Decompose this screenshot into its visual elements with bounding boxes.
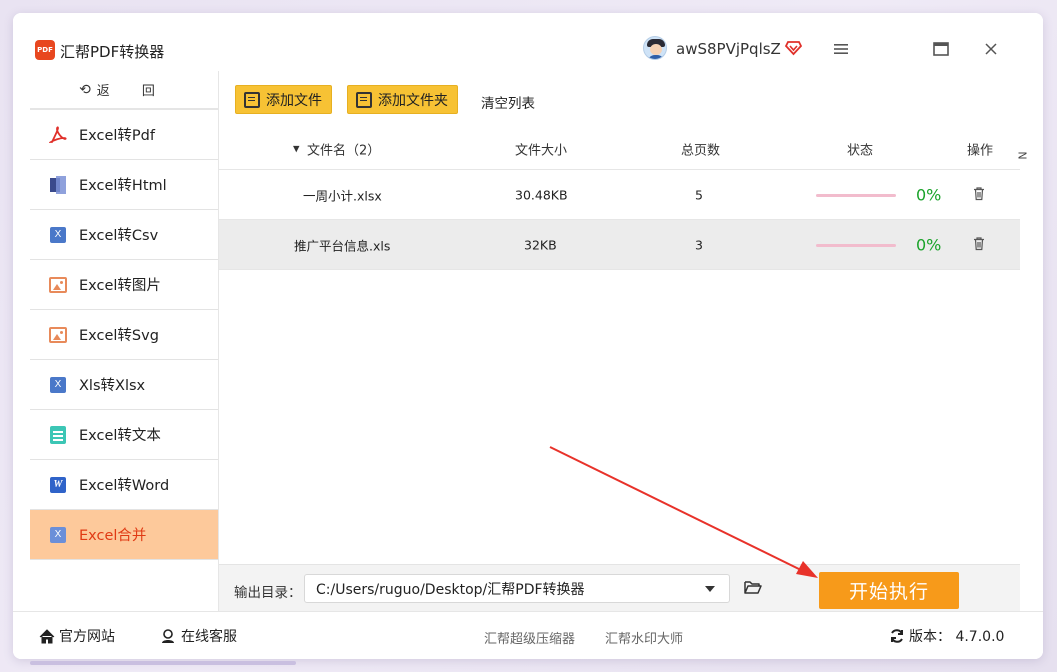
output-label: 输出目录：	[234, 585, 302, 601]
website-label: 官方网站	[59, 629, 115, 645]
header-action: 操作	[967, 143, 994, 159]
image-icon	[49, 326, 67, 344]
sidebar-item-label: Excel转Pdf	[79, 128, 155, 144]
header-cut-column: N	[1015, 151, 1029, 160]
sidebar-item-excel-to-html[interactable]: Excel转Html	[30, 160, 218, 210]
app-title: 汇帮PDF转换器	[60, 43, 165, 61]
clear-list-button[interactable]: 清空列表	[481, 92, 535, 112]
progress-bar	[816, 244, 896, 247]
sidebar: ⟲ 返 回 Excel转Pdf Excel转Html X Excel转Csv E…	[30, 71, 218, 611]
sidebar-item-label: Excel转Word	[79, 478, 170, 494]
excel-icon: X	[49, 376, 67, 394]
add-file-label: 添加文件	[266, 92, 322, 109]
delete-icon[interactable]	[973, 186, 985, 203]
table-row[interactable]: 推广平台信息.xls 32KB 3 0%	[219, 220, 1020, 270]
sidebar-item-label: Excel合并	[79, 528, 147, 544]
app-logo-icon: PDF	[35, 40, 55, 60]
image-icon	[49, 276, 67, 294]
output-path: C:/Users/ruguo/Desktop/汇帮PDF转换器	[316, 581, 585, 598]
start-button[interactable]: 开始执行	[819, 572, 959, 609]
app-window: PDF 汇帮PDF转换器 awS8PVjPqlsZ ⟲ 返 回 Excel转Pd…	[13, 13, 1043, 659]
page-count: 5	[695, 187, 703, 202]
header-pages: 总页数	[681, 143, 721, 159]
sidebar-item-excel-merge[interactable]: X Excel合并	[30, 510, 218, 560]
header-size: 文件大小	[515, 143, 568, 159]
sidebar-item-excel-to-image[interactable]: Excel转图片	[30, 260, 218, 310]
headset-icon	[162, 629, 174, 643]
close-icon[interactable]	[979, 37, 1003, 61]
excel-icon: X	[49, 226, 67, 244]
website-link[interactable]: 官方网站	[39, 626, 115, 646]
file-table: ▾ 文件名（2） 文件大小 总页数 状态 操作 N 一周小计.xlsx 30.4…	[219, 129, 1029, 270]
progress-bar	[816, 194, 896, 197]
back-label: 返 回	[96, 84, 169, 99]
excel-icon: X	[49, 526, 67, 544]
compressor-link[interactable]: 汇帮超级压缩器	[484, 628, 575, 647]
add-file-button[interactable]: 添加文件	[235, 85, 332, 114]
file-name: 一周小计.xlsx	[303, 188, 382, 203]
text-icon	[49, 425, 67, 444]
file-name: 推广平台信息.xls	[294, 238, 391, 253]
sidebar-item-excel-to-svg[interactable]: Excel转Svg	[30, 310, 218, 360]
header-status: 状态	[847, 143, 874, 159]
table-row[interactable]: 一周小计.xlsx 30.48KB 5 0%	[219, 170, 1020, 220]
delete-icon[interactable]	[973, 236, 985, 253]
menu-icon[interactable]	[829, 37, 853, 61]
home-icon	[39, 628, 55, 643]
add-folder-label: 添加文件夹	[378, 92, 448, 109]
table-header: ▾ 文件名（2） 文件大小 总页数 状态 操作 N	[219, 129, 1029, 170]
taskbar-hint	[30, 661, 296, 665]
pdf-icon	[49, 125, 67, 144]
sidebar-item-excel-to-csv[interactable]: X Excel转Csv	[30, 210, 218, 260]
sidebar-item-excel-to-pdf[interactable]: Excel转Pdf	[30, 110, 218, 160]
user-avatar[interactable]	[643, 36, 667, 60]
chevron-down-icon	[705, 586, 715, 592]
output-path-select[interactable]: C:/Users/ruguo/Desktop/汇帮PDF转换器	[304, 574, 730, 603]
sidebar-item-label: Excel转Html	[79, 178, 167, 194]
folder-add-icon	[356, 91, 372, 108]
watermark-link[interactable]: 汇帮水印大师	[605, 628, 683, 647]
sort-caret-icon[interactable]: ▾	[293, 142, 300, 157]
sidebar-item-label: Excel转图片	[79, 278, 161, 294]
add-folder-button[interactable]: 添加文件夹	[347, 85, 458, 114]
back-button[interactable]: ⟲ 返 回	[30, 71, 218, 110]
title-bar: PDF 汇帮PDF转换器 awS8PVjPqlsZ	[13, 13, 1043, 71]
service-label: 在线客服	[181, 629, 237, 645]
header-filename[interactable]: 文件名（2）	[307, 140, 380, 159]
word-icon: W	[49, 476, 67, 494]
back-arrow-icon: ⟲	[79, 81, 91, 98]
sidebar-item-label: Excel转Csv	[79, 228, 159, 244]
sidebar-item-excel-to-text[interactable]: Excel转文本	[30, 410, 218, 460]
file-size: 30.48KB	[515, 187, 568, 202]
progress-percent: 0%	[916, 185, 942, 204]
output-bar: 输出目录： C:/Users/ruguo/Desktop/汇帮PDF转换器 开始…	[219, 564, 1020, 611]
page-count: 3	[695, 237, 703, 252]
folder-open-icon[interactable]	[744, 579, 762, 595]
html-icon	[49, 175, 67, 194]
file-icon	[244, 91, 260, 108]
progress-percent: 0%	[916, 235, 942, 254]
maximize-icon[interactable]	[929, 37, 953, 61]
sidebar-item-label: Xls转Xlsx	[79, 378, 146, 394]
refresh-icon	[891, 629, 903, 643]
vip-diamond-icon[interactable]	[785, 39, 802, 56]
toolbar: 添加文件 添加文件夹 清空列表	[219, 71, 1019, 129]
sidebar-item-label: Excel转文本	[79, 428, 161, 444]
version-info[interactable]: 版本： 4.7.0.0	[889, 626, 1004, 646]
username[interactable]: awS8PVjPqlsZ	[676, 40, 781, 58]
version-label: 版本： 4.7.0.0	[909, 629, 1005, 645]
status-bar: 官方网站 在线客服 汇帮超级压缩器 汇帮水印大师 版本： 4.7.0.0	[13, 611, 1043, 659]
sidebar-item-label: Excel转Svg	[79, 328, 159, 344]
online-service-link[interactable]: 在线客服	[160, 626, 237, 646]
sidebar-item-xls-to-xlsx[interactable]: X Xls转Xlsx	[30, 360, 218, 410]
sidebar-item-excel-to-word[interactable]: W Excel转Word	[30, 460, 218, 510]
main-panel: 添加文件 添加文件夹 清空列表 ▾ 文件名（2） 文件大小 总页数 状态 操作 …	[218, 71, 1029, 611]
file-size: 32KB	[524, 237, 557, 252]
